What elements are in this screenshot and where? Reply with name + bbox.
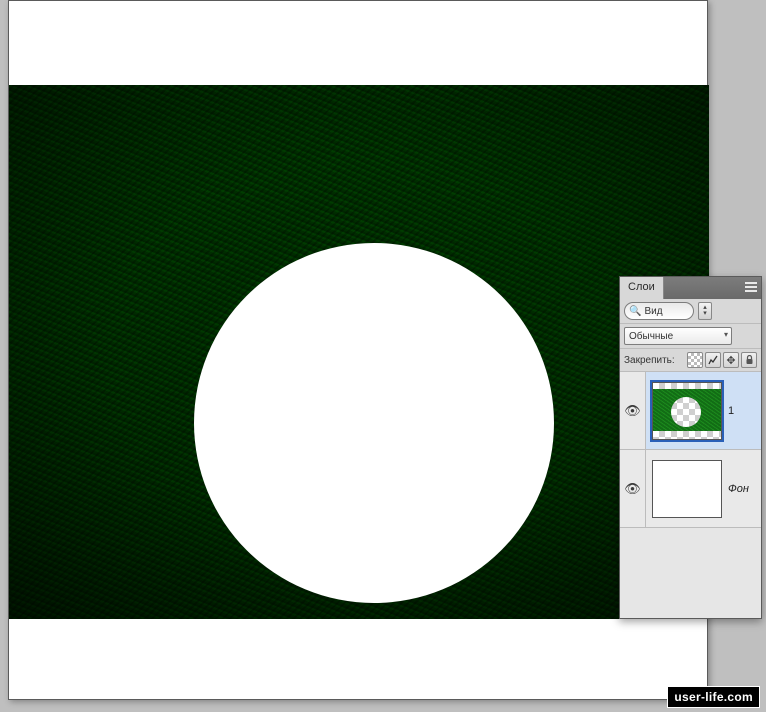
filter-stepper[interactable]	[698, 302, 712, 320]
lock-row: Закрепить: ✥	[620, 349, 761, 372]
tab-layers[interactable]: Слои	[620, 277, 664, 299]
image-content-grass	[9, 85, 709, 619]
layer-filter-type[interactable]: 🔍 Вид	[624, 302, 694, 320]
layer-item[interactable]: 👁 1	[620, 372, 761, 450]
lock-icon[interactable]	[741, 352, 757, 368]
eye-icon: 👁	[624, 481, 641, 497]
transparency-lock-icon[interactable]	[687, 352, 703, 368]
filter-type-label: Вид	[644, 306, 662, 317]
panel-tabbar: Слои	[620, 277, 761, 299]
layer-thumbnail[interactable]	[652, 382, 722, 440]
panel-bottom-space	[620, 528, 761, 618]
image-content-circle-cutout	[194, 243, 554, 603]
search-icon: 🔍	[629, 306, 641, 317]
lock-label: Закрепить:	[624, 355, 675, 366]
blend-mode-select[interactable]: Обычные	[624, 327, 732, 345]
layer-thumbnail[interactable]	[652, 460, 722, 518]
layers-list: 👁 1 👁 Фон	[620, 372, 761, 528]
blend-mode-row: Обычные	[620, 324, 761, 349]
eye-icon: 👁	[624, 403, 641, 419]
visibility-toggle[interactable]: 👁	[620, 450, 646, 527]
layer-item[interactable]: 👁 Фон	[620, 450, 761, 528]
layer-name-label: Фон	[728, 483, 749, 495]
visibility-toggle[interactable]: 👁	[620, 372, 646, 449]
panel-menu-button[interactable]	[743, 279, 759, 295]
layers-panel: Слои 🔍 Вид Обычные Закрепить: ✥	[619, 276, 762, 619]
watermark: user-life.com	[667, 686, 760, 708]
document-canvas[interactable]	[8, 0, 708, 700]
move-icon[interactable]: ✥	[723, 352, 739, 368]
brush-icon[interactable]	[705, 352, 721, 368]
layer-filter-row: 🔍 Вид	[620, 299, 761, 324]
layer-name-label: 1	[728, 405, 734, 417]
